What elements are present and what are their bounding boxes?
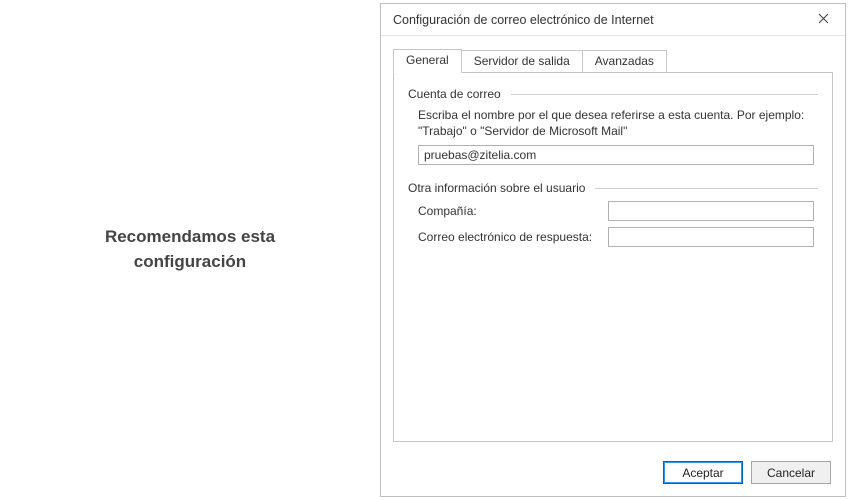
reply-email-label: Correo electrónico de respuesta: (418, 230, 608, 244)
company-input[interactable] (608, 201, 814, 221)
legend-user-info: Otra información sobre el usuario (408, 181, 589, 195)
tab-outgoing-server[interactable]: Servidor de salida (461, 50, 583, 72)
divider (595, 188, 818, 189)
fieldset-mail-account: Cuenta de correo Escriba el nombre por e… (408, 87, 818, 165)
cancel-button[interactable]: Cancelar (751, 461, 831, 484)
reply-email-input[interactable] (608, 227, 814, 247)
account-name-input[interactable] (418, 145, 814, 165)
fieldset-user-info: Otra información sobre el usuario Compañ… (408, 181, 818, 247)
dialog-title: Configuración de correo electrónico de I… (393, 13, 809, 27)
close-icon (818, 13, 829, 27)
legend-mail-account: Cuenta de correo (408, 87, 505, 101)
account-name-instruction: Escriba el nombre por el que desea refer… (418, 107, 814, 139)
divider (511, 94, 818, 95)
caption-text: Recomendamos esta configuración (50, 225, 330, 274)
email-settings-dialog: Configuración de correo electrónico de I… (380, 3, 846, 497)
company-label: Compañía: (418, 204, 608, 218)
tab-advanced[interactable]: Avanzadas (582, 50, 667, 72)
close-button[interactable] (809, 8, 837, 32)
dialog-footer: Aceptar Cancelar (381, 451, 845, 496)
tabs: General Servidor de salida Avanzadas (393, 48, 833, 72)
dialog-body: General Servidor de salida Avanzadas Cue… (381, 36, 845, 451)
dialog-titlebar: Configuración de correo electrónico de I… (381, 4, 845, 36)
recommendation-caption: Recomendamos esta configuración (0, 0, 380, 500)
ok-button[interactable]: Aceptar (663, 461, 743, 484)
tabpanel-general: Cuenta de correo Escriba el nombre por e… (393, 72, 833, 442)
tab-general[interactable]: General (393, 49, 462, 73)
